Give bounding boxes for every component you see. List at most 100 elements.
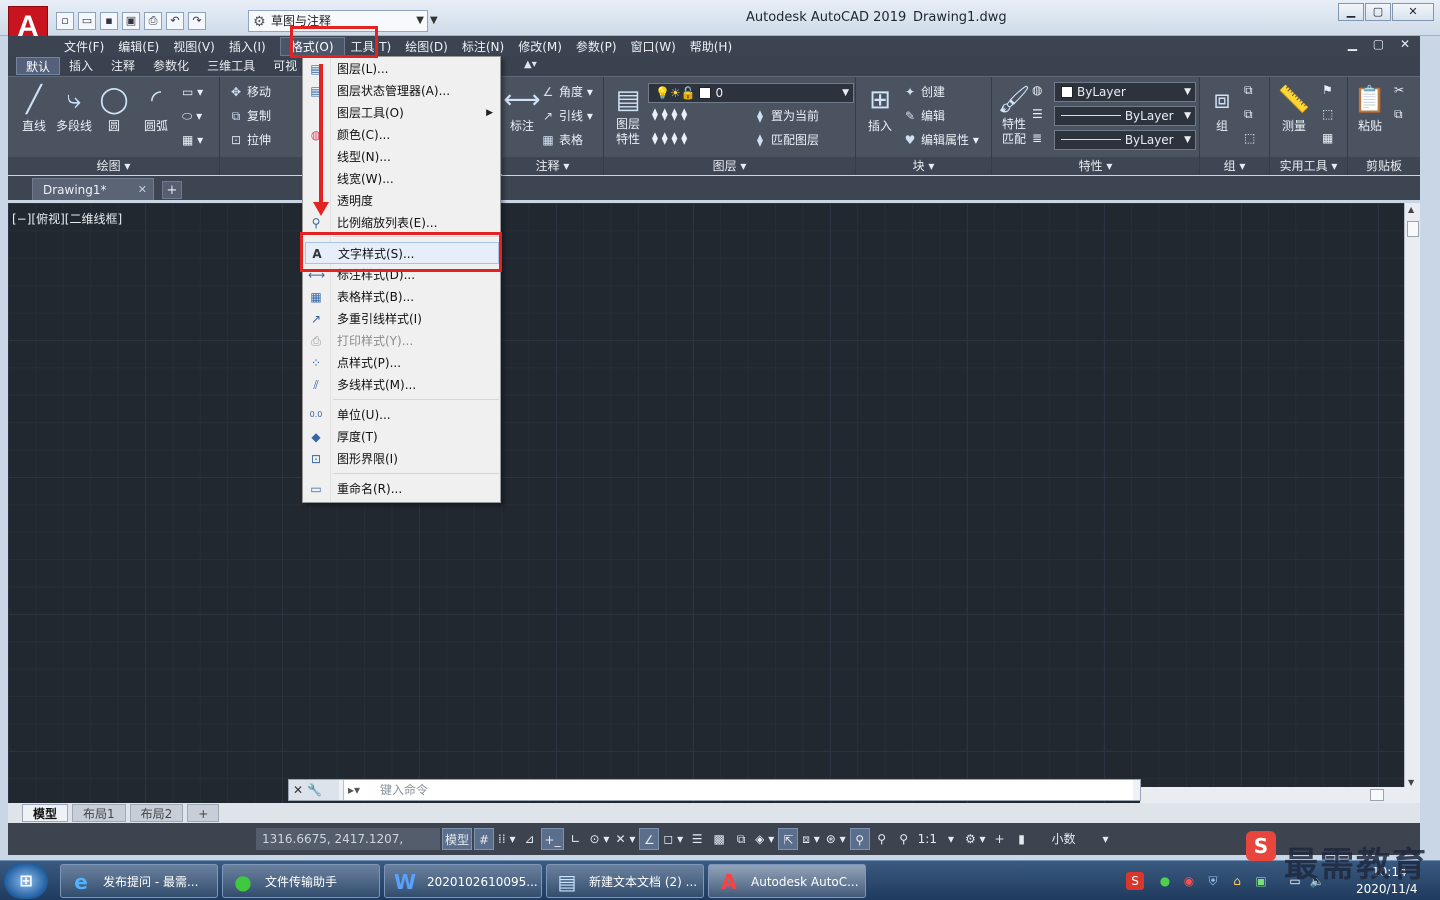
scroll-up-icon[interactable]: ▲ (1408, 205, 1414, 214)
group-button[interactable]: ⧈ 组 (1200, 83, 1244, 134)
menu-item-point-style[interactable]: ⁘ 点样式(P)... (305, 352, 499, 374)
panel-clipboard-title[interactable]: 剪贴板 (1348, 157, 1420, 175)
circle-button[interactable]: ◯ 圆 (92, 83, 136, 134)
redo-icon[interactable]: ↷ (188, 12, 206, 30)
annotation-scale[interactable]: 1:1 (916, 828, 939, 850)
layer-properties-button[interactable]: ▤ 图层特性 (606, 83, 650, 147)
tab-visualize[interactable]: 可视 (264, 57, 306, 75)
object-snap-icon[interactable]: ◻ ▾ (661, 828, 685, 850)
menu-draw[interactable]: 绘图(D) (405, 38, 462, 55)
dimension-button[interactable]: ⟷ 标注 (500, 83, 544, 134)
menu-edit[interactable]: 编辑(E) (118, 38, 173, 55)
menu-item-color[interactable]: ◍ 颜色(C)... (305, 124, 499, 146)
insert-block-button[interactable]: ⊞ 插入 (858, 83, 902, 134)
paste-button[interactable]: 📋 粘贴 (1348, 83, 1392, 134)
open-icon[interactable]: ▭ (78, 12, 96, 30)
close-tab-icon[interactable]: ✕ (138, 179, 147, 201)
units-dropdown-icon[interactable]: ▾ (1096, 828, 1116, 850)
units-value[interactable]: 小数 (1034, 828, 1094, 850)
dynamic-ucs-icon[interactable]: ⇱ (778, 828, 799, 850)
network-icon[interactable]: ⌂ (1228, 872, 1246, 890)
task-autocad[interactable]: A Autodesk AutoC... (708, 864, 866, 898)
task-notepad[interactable]: ▤ 新建文本文档 (2) ... (546, 864, 704, 898)
scroll-down-icon[interactable]: ▼ (1408, 778, 1414, 787)
vertical-scrollbar[interactable]: ▲ ▼ (1404, 203, 1420, 789)
menu-item-plot-style[interactable]: ⎙ 打印样式(Y)... (305, 330, 499, 352)
menu-item-units[interactable]: 0.0 单位(U)... (305, 404, 499, 426)
viewport-controls[interactable]: [−][俯视][二维线框] (12, 210, 122, 227)
panel-annotation-title[interactable]: 注释 ▾ (502, 157, 603, 175)
menu-item-layer-tools[interactable]: 图层工具(O) ▶ (305, 102, 499, 124)
selection-cycling-icon[interactable]: ⧉ (731, 828, 751, 850)
maximize-button[interactable]: ▢ (1365, 3, 1391, 21)
panel-layers-title[interactable]: 图层 ▾ (604, 157, 855, 175)
command-prompt-icon[interactable]: ▸▾ (348, 780, 360, 800)
snap-icon[interactable]: ⁞⁞ ▾ (496, 828, 517, 850)
menu-item-transparency[interactable]: 透明度 (305, 190, 499, 212)
copy-button[interactable]: ⧉ 复制 (228, 107, 271, 124)
tab-parametric[interactable]: 参数化 (144, 57, 198, 75)
close-command-icon[interactable]: ✕ (293, 783, 307, 797)
lineweight-dropdown[interactable]: ByLayer ▼ (1054, 130, 1196, 150)
start-button[interactable]: ⊞ (4, 863, 48, 899)
horizontal-scroll-thumb[interactable] (1370, 789, 1384, 801)
ortho-icon[interactable]: ∟ (566, 828, 586, 850)
set-current-button[interactable]: ⧫ 置为当前 (752, 107, 819, 124)
sogou-ime-icon[interactable]: S (1126, 872, 1144, 890)
layer-tools-row-1[interactable]: ⧫ ⧫ ⧫ ⧫ (652, 107, 687, 121)
panel-groups-title[interactable]: 组 ▾ (1200, 157, 1269, 175)
tab-model[interactable]: 模型 (22, 804, 69, 822)
file-tab-drawing1[interactable]: Drawing1* ✕ (32, 178, 154, 200)
new-icon[interactable]: ▫ (56, 12, 74, 30)
tab-layout2[interactable]: 布局2 (129, 804, 184, 822)
match-layer-button[interactable]: ⧫ 匹配图层 (752, 131, 819, 148)
group-select-icon[interactable]: ⬚ (1244, 131, 1255, 145)
menu-file[interactable]: 文件(F) (64, 38, 118, 55)
task-word[interactable]: W 2020102610095... (384, 864, 542, 898)
document-window-controls[interactable]: ▁ ▢ ✕ (1348, 37, 1416, 51)
edit-block-button[interactable]: ✎ 编辑 (902, 107, 945, 124)
command-input[interactable]: ▸▾ 键入命令 (343, 780, 1133, 800)
menu-item-thickness[interactable]: ◆ 厚度(T) (305, 426, 499, 448)
shield-icon[interactable]: ⛨ (1204, 872, 1222, 890)
arc-button[interactable]: ◜ 圆弧 (134, 83, 178, 134)
isodraft-icon[interactable]: ✕ ▾ (613, 828, 637, 850)
model-space-toggle[interactable]: 模型 (442, 828, 473, 850)
annotation-visibility-icon[interactable]: ⚲ (849, 828, 870, 850)
menu-item-layer[interactable]: ▤ 图层(L)... (305, 58, 499, 80)
save-as-icon[interactable]: ▣ (122, 12, 140, 30)
measure-button[interactable]: 📏 测量 (1272, 83, 1316, 134)
tab-annotate[interactable]: 注释 (102, 57, 144, 75)
wechat-tray-icon[interactable]: ● (1156, 872, 1174, 890)
selection-filter-icon[interactable]: ⧈ ▾ (800, 828, 821, 850)
drawing-canvas[interactable]: [−][俯视][二维线框] (8, 203, 1404, 803)
annotation-monitor-icon[interactable]: + (990, 828, 1010, 850)
infer-constraints-icon[interactable]: ⊿ (519, 828, 539, 850)
horizontal-scrollbar[interactable] (1140, 787, 1420, 803)
rectangle-icon[interactable]: ▭ ▾ (182, 85, 203, 99)
menu-item-rename[interactable]: ▭ 重命名(R)... (305, 478, 499, 500)
object-snap-tracking-icon[interactable]: ∠ (639, 828, 660, 850)
grid-icon[interactable]: # (474, 828, 495, 850)
wrench-icon[interactable]: 🔧 (307, 783, 326, 797)
transparency-icon[interactable]: ▩ (709, 828, 729, 850)
new-file-tab-button[interactable]: + (162, 181, 182, 199)
move-button[interactable]: ✥ 移动 (228, 83, 271, 100)
menu-item-layer-states[interactable]: ▤ 图层状态管理器(A)... (305, 80, 499, 102)
auto-scale-icon[interactable]: ⚲ (872, 828, 892, 850)
gizmo-icon[interactable]: ⊛ ▾ (824, 828, 848, 850)
panel-draw-title[interactable]: 绘图 ▾ (8, 157, 219, 175)
table-button[interactable]: ▦ 表格 (540, 131, 583, 148)
add-layout-button[interactable]: + (187, 804, 220, 822)
group-edit-icon[interactable]: ⧉ (1244, 107, 1253, 122)
menu-item-lineweight[interactable]: 线宽(W)... (305, 168, 499, 190)
quick-select-icon[interactable]: ⚑ (1322, 83, 1333, 97)
menu-item-drawing-limits[interactable]: ⊡ 图形界限(I) (305, 448, 499, 470)
menu-modify[interactable]: 修改(M) (518, 38, 576, 55)
linetype-dropdown[interactable]: ByLayer ▼ (1054, 106, 1196, 126)
3d-osnap-icon[interactable]: ◈ ▾ (753, 828, 776, 850)
qat-customize-icon[interactable]: ▼ (430, 10, 444, 32)
line-button[interactable]: ╱ 直线 (12, 83, 56, 134)
ellipse-icon[interactable]: ⬭ ▾ (182, 109, 202, 124)
cut-icon[interactable]: ✂ (1394, 83, 1404, 97)
